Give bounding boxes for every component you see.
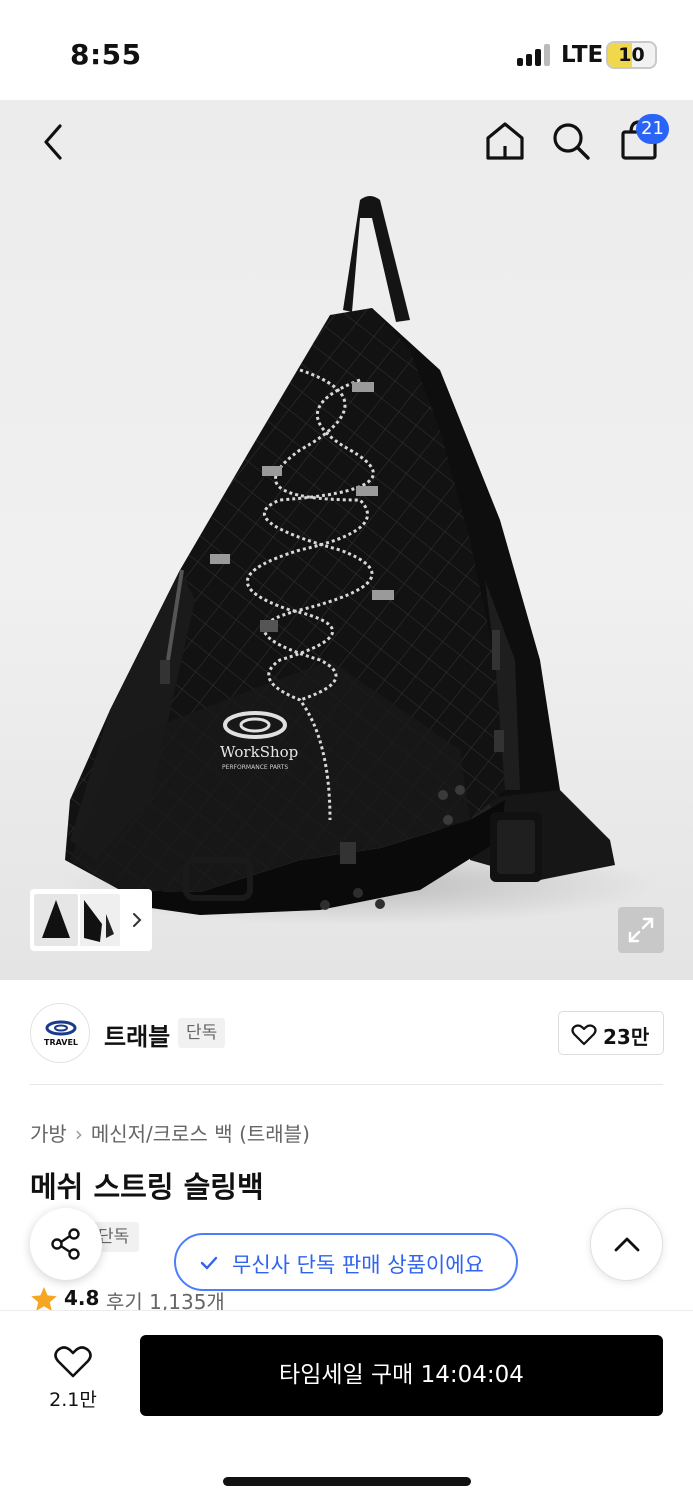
chevron-right-icon: › — [74, 1122, 83, 1146]
home-indicator — [223, 1477, 471, 1486]
brand-exclusive-tag: 단독 — [178, 1018, 226, 1048]
wishlist-button[interactable]: 2.1만 — [40, 1341, 106, 1411]
search-icon[interactable] — [550, 120, 592, 162]
check-icon — [200, 1256, 218, 1270]
exclusive-toast: 무신사 단독 판매 상품이에요 — [174, 1233, 518, 1291]
status-time: 8:55 — [70, 38, 142, 71]
network-label: LTE — [561, 42, 604, 68]
top-navigation — [0, 100, 693, 184]
product-image[interactable]: WorkShop PERFORMANCE PARTS — [0, 100, 693, 980]
expand-button[interactable] — [618, 907, 664, 953]
brand-name[interactable]: 트래블 — [104, 1017, 170, 1052]
battery-icon: 10 — [606, 41, 657, 69]
chevron-up-icon — [614, 1237, 640, 1252]
brand-like-count: 23만 — [603, 1025, 650, 1049]
share-icon — [51, 1228, 80, 1260]
bag-logo-subtext: PERFORMANCE PARTS — [222, 764, 288, 771]
status-bar: 8:55 LTE 10 — [0, 0, 693, 100]
toast-message: 무신사 단독 판매 상품이에요 — [232, 1253, 484, 1277]
brand-logo-text: TRAVEL — [44, 1038, 78, 1047]
thumbnail-next-icon[interactable] — [130, 911, 144, 929]
wishlist-count: 2.1만 — [49, 1389, 97, 1411]
thumbnail-1[interactable] — [34, 894, 78, 946]
home-icon[interactable] — [484, 120, 526, 162]
cart-count-badge: 21 — [636, 114, 669, 144]
breadcrumb-item-category[interactable]: 가방 — [30, 1122, 67, 1146]
bag-illustration: WorkShop PERFORMANCE PARTS — [60, 196, 660, 925]
thumbnail-2[interactable] — [80, 894, 120, 946]
share-button[interactable] — [30, 1208, 102, 1280]
brand-logo[interactable]: TRAVEL — [30, 1003, 90, 1063]
brand-row[interactable]: TRAVEL 트래블 단독 23만 — [30, 1003, 664, 1063]
rating-score: 4.8 — [64, 1286, 100, 1310]
breadcrumb-item-subcategory[interactable]: 메신저/크로스 백 (트래블) — [91, 1122, 310, 1146]
heart-icon — [54, 1346, 92, 1378]
battery-level: 10 — [618, 44, 645, 66]
divider — [30, 1084, 663, 1085]
brand-like-button[interactable]: 23만 — [558, 1011, 664, 1055]
bottom-purchase-bar: 2.1만 타임세일 구매 14:04:04 — [0, 1310, 693, 1500]
bag-logo-text: WorkShop — [220, 743, 298, 761]
breadcrumb: 가방 › 메신저/크로스 백 (트래블) — [30, 1118, 310, 1147]
signal-icon — [517, 44, 551, 66]
product-title: 메쉬 스트링 슬링백 — [30, 1170, 264, 1204]
heart-icon — [571, 1024, 597, 1046]
expand-icon — [628, 917, 654, 943]
buy-button[interactable]: 타임세일 구매 14:04:04 — [140, 1335, 663, 1416]
star-icon — [31, 1287, 57, 1311]
back-icon[interactable] — [38, 122, 68, 162]
thumbnail-strip[interactable] — [30, 889, 152, 951]
scroll-top-button[interactable] — [590, 1208, 663, 1281]
